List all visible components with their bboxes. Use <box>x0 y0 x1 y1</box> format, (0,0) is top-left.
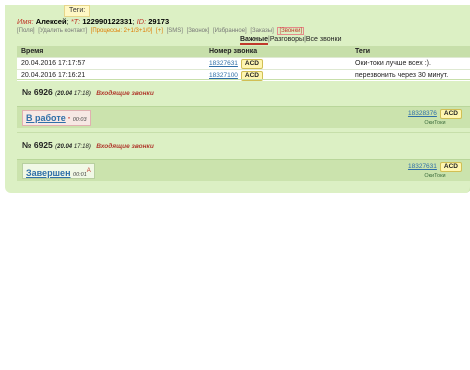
action-call[interactable]: [Звонок] <box>187 28 210 34</box>
action-calls[interactable]: [Звонки] <box>277 27 305 35</box>
tab-conversations[interactable]: Разговоры <box>270 36 304 43</box>
deal-status-time: 00:03 <box>72 117 87 123</box>
tab-all-calls[interactable]: Все звонки <box>306 36 342 43</box>
col-number: Номер звонка <box>205 46 351 58</box>
call-number-cell: 18327631 ACD <box>205 57 351 70</box>
deal-status-label[interactable]: В работе <box>26 113 66 123</box>
deal-date: (20.04 17:18) <box>55 91 91 97</box>
action-favorites[interactable]: [Избранное] <box>213 28 247 34</box>
call-number-link[interactable]: 18327100 <box>209 72 238 79</box>
col-time: Время <box>17 46 205 58</box>
deal-date-time: 17:18 <box>73 91 89 97</box>
action-add[interactable]: [+] <box>156 28 163 34</box>
deal-phone-block: 18328376 ACD ОкиТоки <box>408 109 462 126</box>
deal-operator: ОкиТоки <box>424 120 446 126</box>
call-tags: Оки-токи лучше всех :). <box>351 57 470 70</box>
status-dot-icon: · <box>67 113 71 123</box>
action-processes[interactable]: [Процессы: 2+1/3+1/0] <box>91 28 153 34</box>
name-label: Имя: <box>17 17 34 26</box>
section-divider <box>17 79 470 80</box>
table-row: 20.04.2016 17:17:57 18327631 ACD Оки-токи… <box>17 57 470 70</box>
client-name: Алексей <box>35 17 67 26</box>
deal-date-time: 17:18 <box>73 144 89 150</box>
deal-phone-block: 18327631 ACD ОкиТоки <box>408 162 462 179</box>
table-header-row: Время Номер звонка Теги <box>17 46 470 58</box>
client-info-line: Имя: Алексей; *Т: 122990122331; ID: 2917… <box>17 17 170 26</box>
deal-status-button[interactable]: Завершен 00:01A <box>22 163 95 179</box>
deal-number[interactable]: № 6925 <box>22 140 53 150</box>
deal-status-time: 00:01 <box>73 172 87 178</box>
status-mark: A <box>86 168 91 174</box>
deal-direction: Входящие звонки <box>96 90 154 97</box>
acd-badge[interactable]: ACD <box>439 162 462 172</box>
deal-header: № 6926 (20.04 17:18) Входящие звонки <box>22 87 154 97</box>
deal-date: (20.04 17:18) <box>55 144 91 150</box>
deal-phone-link[interactable]: 18328376 <box>408 110 437 117</box>
phone-label: *Т: <box>70 17 81 26</box>
calls-table: Время Номер звонка Теги 20.04.2016 17:17… <box>17 46 470 81</box>
action-delete-contact[interactable]: [Удалить контакт] <box>38 28 87 34</box>
deal-header: № 6925 (20.04 17:18) Входящие звонки <box>22 140 154 150</box>
client-id: 29173 <box>148 17 170 26</box>
deal-number[interactable]: № 6926 <box>22 87 53 97</box>
section-divider <box>17 132 470 133</box>
call-number-link[interactable]: 18327631 <box>209 60 238 67</box>
deal-date-day: 20.04 <box>57 144 73 150</box>
deal-status-label[interactable]: Завершен <box>26 168 71 178</box>
actions-bar: [Поля] [Удалить контакт] [Процессы: 2+1/… <box>17 27 306 35</box>
client-card: Теги: Имя: Алексей; *Т: 122990122331; ID… <box>5 5 470 193</box>
id-label: ID: <box>136 17 147 26</box>
acd-badge[interactable]: ACD <box>439 109 462 119</box>
deal-direction: Входящие звонки <box>96 143 154 150</box>
deal-operator: ОкиТоки <box>424 173 446 179</box>
action-fields[interactable]: [Поля] <box>17 28 35 34</box>
call-time: 20.04.2016 17:17:57 <box>17 57 205 70</box>
action-orders[interactable]: [Заказы] <box>250 28 273 34</box>
action-sms[interactable]: [SMS] <box>167 28 183 34</box>
acd-badge[interactable]: ACD <box>240 58 264 69</box>
deal-status-bar: Завершен 00:01A 18327631 ACD ОкиТоки <box>17 159 470 181</box>
deal-status-bar: В работе · 00:03 18328376 ACD ОкиТоки <box>17 106 470 128</box>
tags-tooltip: Теги: <box>64 5 91 17</box>
client-phone: 122990122331 <box>82 17 133 26</box>
col-tags: Теги <box>351 46 470 58</box>
deal-phone-link[interactable]: 18327631 <box>408 163 437 170</box>
call-filter-tabs: Важные|Разговоры|Все звонки <box>240 36 342 45</box>
deal-status-button[interactable]: В работе · 00:03 <box>22 110 91 126</box>
deal-date-day: 20.04 <box>57 91 73 97</box>
tab-important[interactable]: Важные <box>240 36 269 45</box>
